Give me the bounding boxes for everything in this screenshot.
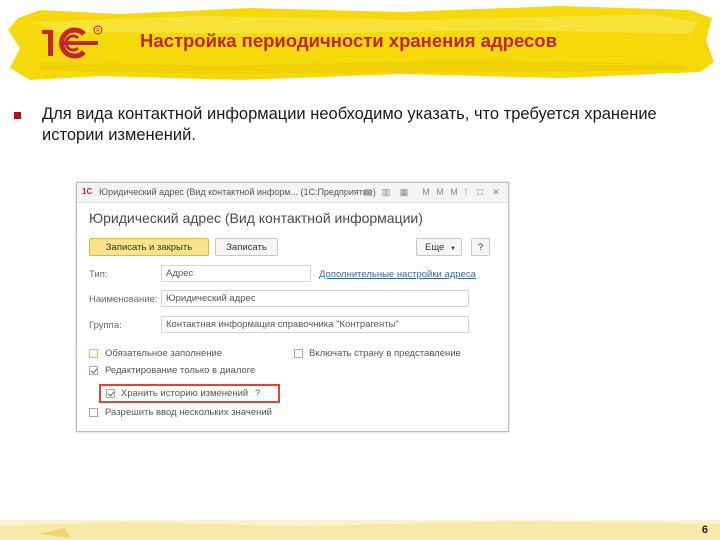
form-title: Юридический адрес (Вид контактной информ… [89,210,423,226]
highlight-frame [99,384,280,403]
include-country-checkbox-label: Включать страну в представление [309,348,461,359]
svg-text:R: R [96,28,100,34]
save-and-close-button[interactable]: Записать и закрыть [89,238,209,256]
app-logo-icon: 1С [82,187,93,196]
more-button-label: Еще [425,242,445,253]
bullet-text: Для вида контактной информации необходим… [42,105,657,144]
more-button[interactable]: Еще ▼ [416,238,462,256]
group-label: Группа: [89,320,122,331]
slide-title: Настройка периодичности хранения адресов [140,30,557,51]
edit-dialog-only-checkbox-label: Редактирование только в диалоге [105,365,256,376]
bullet-marker [14,112,21,119]
required-checkbox-label: Обязательное заполнение [105,348,223,359]
type-label: Тип: [89,269,108,280]
required-checkbox[interactable] [89,349,98,358]
footer-bar [0,520,720,540]
type-field[interactable]: Адрес [161,265,311,282]
maximize-icon[interactable]: □ [475,187,485,197]
memory-mplus-icon[interactable]: M [435,187,445,197]
print-icon[interactable]: ▥ [381,187,391,197]
page-number: 6 [701,524,708,536]
save-button[interactable]: Записать [215,238,278,256]
memory-m-icon[interactable]: M [421,187,431,197]
chevron-down-icon: ▼ [449,246,456,252]
window-title: Юридический адрес (Вид контактной информ… [99,187,376,197]
memory-mminus-icon[interactable]: M [449,187,459,197]
include-country-checkbox[interactable] [294,349,303,358]
window-titlebar: 1С Юридический адрес (Вид контактной инф… [77,183,508,203]
info-icon[interactable]: ! [461,187,471,197]
help-button[interactable]: ? [471,238,490,256]
extra-address-settings-link[interactable]: Дополнительные настройки адреса [319,269,476,280]
calendar-icon[interactable]: ▦ [399,187,409,197]
name-field[interactable]: Юридический адрес [161,290,469,307]
allow-multiple-checkbox[interactable] [89,408,98,417]
edit-dialog-only-checkbox[interactable] [89,366,98,375]
name-label: Наименование: [89,294,158,305]
close-icon[interactable]: ✕ [491,187,501,197]
group-field[interactable]: Контактная информация справочника "Контр… [161,316,469,333]
1c-logo: R [42,25,103,59]
document-icon[interactable]: ▤ [363,187,373,197]
allow-multiple-checkbox-label: Разрешить ввод нескольких значений [105,407,272,418]
